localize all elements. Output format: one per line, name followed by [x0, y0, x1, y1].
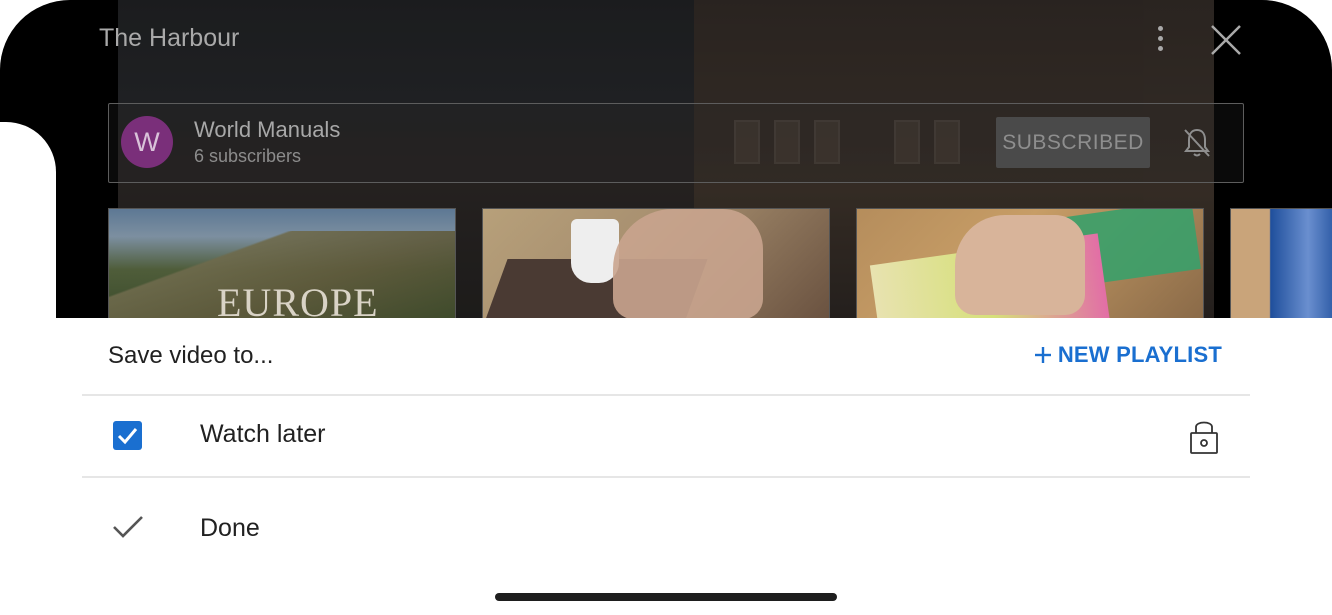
video-thumbnail[interactable]	[856, 208, 1204, 318]
video-thumbnail[interactable]	[482, 208, 830, 318]
lock-icon	[1190, 421, 1218, 454]
channel-info: W World Manuals 6 subscribers SUBSCRIBED	[108, 103, 1244, 183]
thumbnail-text: EUROPE	[217, 280, 379, 318]
save-to-playlist-sheet: Save video to... NEW PLAYLIST Watch late…	[82, 318, 1250, 615]
subscribed-button[interactable]: SUBSCRIBED	[996, 117, 1150, 168]
sheet-title: Save video to...	[108, 342, 274, 369]
subscriber-count: 6 subscribers	[194, 146, 302, 166]
playlist-label: Watch later	[200, 420, 326, 448]
done-button[interactable]: Done	[82, 478, 1250, 568]
home-indicator[interactable]	[495, 593, 837, 601]
check-icon	[113, 516, 143, 538]
channel-name[interactable]: World Manuals	[194, 117, 340, 143]
more-options-icon[interactable]	[1150, 26, 1170, 54]
channel-avatar[interactable]: W	[121, 116, 173, 168]
video-title: The Harbour	[99, 24, 240, 52]
plus-icon	[1034, 347, 1051, 363]
close-icon[interactable]	[1208, 22, 1244, 58]
screen-corner	[0, 122, 56, 322]
new-playlist-label: NEW PLAYLIST	[1057, 342, 1222, 367]
done-label: Done	[200, 514, 260, 542]
checkbox-checked[interactable]	[113, 421, 142, 450]
video-thumbnail[interactable]	[1230, 208, 1332, 318]
notification-bell-off-icon[interactable]	[1179, 124, 1215, 160]
video-thumbnail[interactable]: EUROPE	[108, 208, 456, 318]
new-playlist-button[interactable]: NEW PLAYLIST	[1034, 342, 1222, 368]
playlist-item-watch-later[interactable]: Watch later	[82, 396, 1250, 476]
video-player[interactable]: The Harbour W World Manuals 6 subscriber…	[0, 0, 1332, 318]
